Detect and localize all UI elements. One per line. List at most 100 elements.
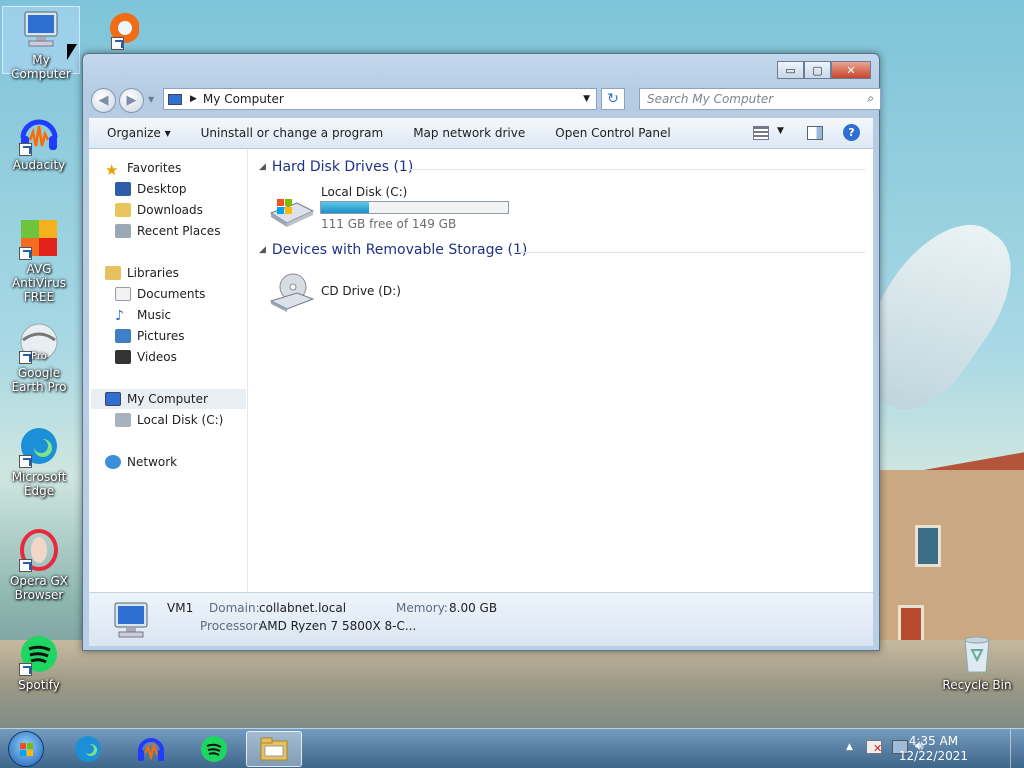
action-center-icon[interactable]: ✕ (866, 740, 882, 754)
organize-menu[interactable]: Organize ▾ (107, 126, 171, 140)
sidebar-item-favorites[interactable]: ★ Favorites (105, 158, 182, 179)
desktop-icon-label: Opera GX Browser (9, 574, 69, 602)
computer-small-icon (168, 93, 182, 105)
maximize-button[interactable]: ▢ (804, 61, 831, 79)
address-path[interactable]: My Computer (203, 92, 284, 106)
sidebar-item-downloads[interactable]: Downloads (115, 200, 203, 220)
address-bar[interactable]: ▶ My Computer ▼ (163, 88, 597, 110)
sidebar-item-my-computer[interactable]: My Computer (91, 389, 246, 409)
sidebar-label: Pictures (137, 329, 185, 343)
show-hidden-icons-button[interactable]: ▲ (846, 742, 853, 752)
computer-icon (19, 7, 63, 51)
group-header-removable[interactable]: ◢ Devices with Removable Storage (1) (259, 242, 527, 258)
drive-name[interactable]: Local Disk (C:) (321, 185, 407, 199)
details-pane: VM1 Domain: collabnet.local Memory: 8.00… (89, 592, 873, 646)
desktop-icon-label: Google Earth Pro (11, 366, 67, 394)
view-dropdown-icon[interactable]: ▼ (777, 126, 784, 136)
uninstall-button[interactable]: Uninstall or change a program (201, 126, 384, 140)
desktop-icon-label: Recycle Bin (942, 678, 1012, 692)
sidebar-item-pictures[interactable]: Pictures (115, 326, 185, 346)
taskbar-audacity[interactable] (123, 731, 179, 767)
taskbar-spotify[interactable] (186, 731, 242, 767)
desktop-icon-google-earth[interactable]: Pro Google Earth Pro (0, 320, 78, 400)
desktop-icon-spotify[interactable]: Spotify (0, 632, 78, 698)
videos-icon (115, 350, 131, 364)
folder-icon (260, 737, 288, 761)
content-area: ◢ Hard Disk Drives (1) Local Disk (C:) 11… (249, 149, 873, 592)
memory-label: Memory: (396, 601, 448, 615)
collapse-triangle-icon[interactable]: ◢ (259, 162, 266, 172)
forward-button[interactable]: ▶ (119, 88, 144, 113)
computer-small-icon (105, 392, 121, 406)
star-icon: ★ (105, 161, 119, 179)
domain-value: collabnet.local (259, 601, 347, 615)
recent-places-icon (115, 224, 131, 238)
taskbar-edge[interactable] (60, 731, 116, 767)
sidebar-item-desktop[interactable]: Desktop (115, 179, 187, 199)
sidebar-item-documents[interactable]: Documents (115, 284, 205, 304)
ground (0, 640, 1024, 728)
sidebar-label: My Computer (127, 392, 208, 406)
computer-name: VM1 (167, 601, 194, 615)
sidebar-item-music[interactable]: ♪ Music (115, 305, 171, 325)
clock[interactable]: 4:35 AM 12/22/2021 (899, 734, 968, 764)
sidebar-item-recent-places[interactable]: Recent Places (115, 221, 220, 241)
sidebar-item-network[interactable]: Network (105, 452, 177, 472)
opera-gx-icon (17, 528, 61, 572)
main-pane: ★ Favorites Desktop Downloads Recent Plac… (89, 149, 873, 592)
group-divider (409, 169, 865, 170)
group-title: Hard Disk Drives (1) (271, 159, 414, 175)
desktop-icon-label: Spotify (18, 678, 60, 692)
desktop-icon-origin[interactable] (78, 6, 156, 54)
sidebar-item-videos[interactable]: Videos (115, 347, 177, 367)
origin-icon (95, 6, 140, 50)
preview-pane-icon[interactable] (807, 126, 823, 140)
refresh-button[interactable]: ↻ (601, 88, 625, 110)
processor-label: Processor: (200, 619, 262, 633)
network-icon (105, 455, 121, 469)
sidebar-label: Network (127, 455, 178, 469)
back-button[interactable]: ◀ (91, 88, 116, 113)
view-options-icon[interactable] (753, 126, 769, 140)
desktop-icon-edge[interactable]: Microsoft Edge (0, 424, 78, 504)
navigation-pane: ★ Favorites Desktop Downloads Recent Plac… (89, 149, 248, 592)
sidebar-label: Music (137, 308, 172, 322)
desktop-icon-audacity[interactable]: Audacity (0, 112, 78, 178)
collapse-triangle-icon[interactable]: ◢ (259, 245, 266, 255)
start-button[interactable] (8, 731, 44, 767)
mouse-cursor-icon (67, 44, 77, 60)
sidebar-label: Videos (137, 350, 177, 364)
documents-icon (115, 287, 131, 301)
search-placeholder: Search My Computer (647, 92, 774, 106)
help-button[interactable]: ? (843, 124, 860, 141)
desktop-icon-opera-gx[interactable]: Opera GX Browser (0, 528, 78, 608)
taskbar-explorer[interactable] (246, 731, 302, 767)
desktop-icon-recycle-bin[interactable]: Recycle Bin (938, 632, 1016, 698)
command-bar: Organize ▾ Uninstall or change a program… (89, 118, 873, 149)
search-input[interactable]: Search My Computer ⌕ (639, 88, 881, 110)
open-control-panel-button[interactable]: Open Control Panel (555, 126, 670, 140)
sidebar-item-local-disk[interactable]: Local Disk (C:) (115, 410, 223, 430)
minimize-button[interactable]: ▭ (777, 61, 804, 79)
breadcrumb-arrow-icon[interactable]: ▶ (190, 94, 197, 104)
group-title: Devices with Removable Storage (1) (271, 242, 528, 258)
sidebar-item-libraries[interactable]: Libraries (105, 263, 179, 283)
sidebar-label: Favorites (127, 161, 182, 175)
desktop-icon-label: Audacity (12, 158, 66, 172)
caption-buttons: ▭ ▢ ✕ (777, 61, 871, 79)
sidebar-label: Documents (137, 287, 206, 301)
pictures-icon (115, 329, 131, 343)
show-desktop-button[interactable] (1010, 729, 1024, 768)
desktop-icon-avg[interactable]: AVG AntiVirus FREE (0, 216, 78, 304)
hard-drive-icon (267, 193, 317, 229)
group-header-hard-disk[interactable]: ◢ Hard Disk Drives (1) (259, 159, 413, 175)
sidebar-label: Desktop (137, 182, 187, 196)
address-dropdown-icon[interactable]: ▼ (583, 94, 590, 104)
recent-pages-chevron-icon[interactable]: ▼ (148, 95, 154, 104)
map-network-drive-button[interactable]: Map network drive (413, 126, 525, 140)
search-icon[interactable]: ⌕ (867, 91, 874, 106)
disk-usage-fill (321, 202, 369, 213)
drive-name[interactable]: CD Drive (D:) (321, 284, 401, 298)
close-button[interactable]: ✕ (831, 61, 871, 79)
desktop-icon-my-computer[interactable]: My Computer (2, 6, 80, 81)
